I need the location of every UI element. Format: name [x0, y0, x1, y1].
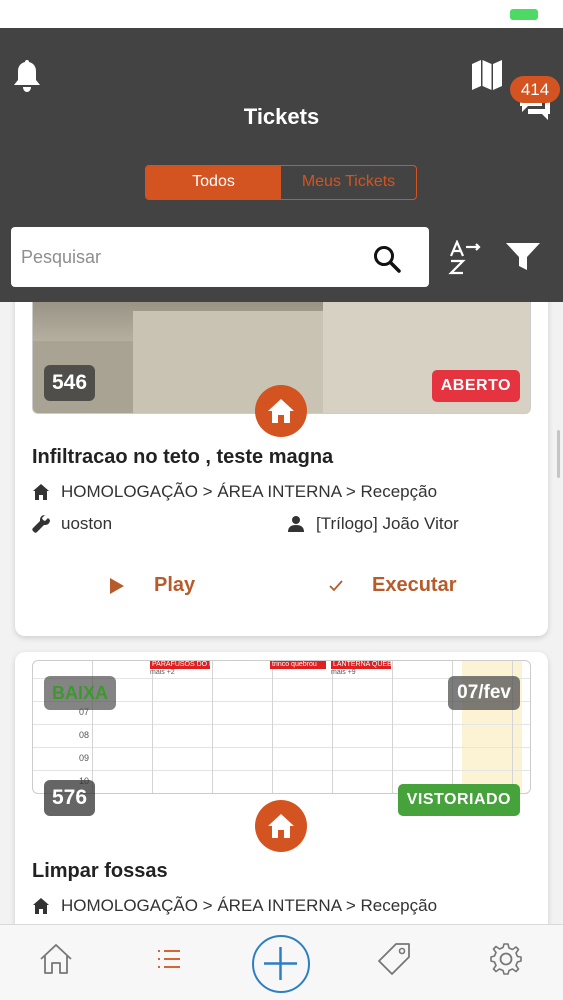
photo-tag: PARAFUSOS DO I	[150, 661, 210, 669]
tab-all[interactable]: Todos	[146, 166, 281, 199]
ticket-requester: [Trílogo] João Vitor	[287, 514, 459, 534]
home-category-icon	[255, 800, 307, 852]
status-badge: ABERTO	[431, 370, 520, 402]
ticket-list: 546 ABERTO Infiltracao no teto , teste m…	[0, 302, 563, 924]
assignee-name: uoston	[61, 514, 113, 533]
home-category-icon	[255, 385, 307, 437]
ticket-title: Limpar fossas	[32, 860, 168, 882]
ticket-location: HOMOLOGAÇÃO > ÁREA INTERNA > Recepção	[32, 482, 437, 502]
check-icon	[329, 579, 343, 591]
tab-my-tickets[interactable]: Meus Tickets	[281, 166, 416, 199]
play-button[interactable]: Play	[109, 574, 195, 597]
battery-icon	[510, 9, 538, 20]
search-input[interactable]	[21, 227, 361, 287]
location-path: HOMOLOGAÇÃO > ÁREA INTERNA > Recepção	[61, 482, 438, 501]
page-title: Tickets	[243, 104, 320, 129]
building-icon	[33, 898, 49, 914]
status-badge: VISTORIADO	[397, 784, 520, 816]
ticket-card[interactable]: 546 ABERTO Infiltracao no teto , teste m…	[15, 302, 548, 636]
photo-more: mais +9	[331, 669, 356, 676]
ticket-filter-segment: Todos Meus Tickets	[145, 165, 417, 200]
ticket-location: HOMOLOGAÇÃO > ÁREA INTERNA > Recepção	[32, 896, 437, 916]
execute-button[interactable]: Executar	[328, 574, 457, 597]
search-box	[11, 227, 429, 287]
az-sort-icon[interactable]	[446, 240, 482, 276]
scrollbar[interactable]	[557, 430, 560, 478]
tab-bar	[0, 924, 563, 1000]
home-icon[interactable]	[38, 941, 74, 977]
ticket-title: Infiltracao no teto , teste magna	[32, 446, 334, 468]
photo-tag: trinco quebrou	[270, 661, 326, 669]
ticket-assignee: uoston	[32, 514, 112, 534]
play-label: Play	[154, 574, 196, 596]
priority-badge: BAIXA	[44, 676, 117, 710]
user-icon	[288, 516, 304, 532]
search-icon[interactable]	[372, 244, 402, 274]
notification-badge: 414	[510, 76, 560, 103]
list-icon[interactable]	[151, 941, 187, 977]
status-bar	[0, 0, 563, 28]
bell-icon[interactable]	[12, 58, 42, 94]
date-badge: 07/fev	[448, 676, 520, 710]
filter-icon[interactable]	[504, 240, 542, 274]
requester-name: [Trílogo] João Vitor	[316, 514, 459, 533]
execute-label: Executar	[372, 574, 457, 596]
location-path: HOMOLOGAÇÃO > ÁREA INTERNA > Recepção	[61, 896, 438, 915]
ticket-number: 546	[44, 365, 96, 401]
tag-icon[interactable]	[376, 941, 412, 977]
wrench-icon	[32, 515, 50, 533]
add-ticket-button[interactable]	[252, 935, 310, 993]
play-icon	[110, 577, 124, 594]
add-icon	[264, 947, 297, 980]
ticket-number: 576	[44, 780, 96, 816]
photo-more: mais +2	[150, 669, 175, 676]
settings-icon[interactable]	[488, 941, 524, 977]
building-icon	[33, 484, 49, 500]
photo-tag: LANTERNA QUEB	[331, 661, 391, 669]
ticket-card[interactable]: PARAFUSOS DO I trinco quebrou LANTERNA Q…	[15, 652, 548, 924]
map-icon[interactable]	[470, 58, 504, 92]
